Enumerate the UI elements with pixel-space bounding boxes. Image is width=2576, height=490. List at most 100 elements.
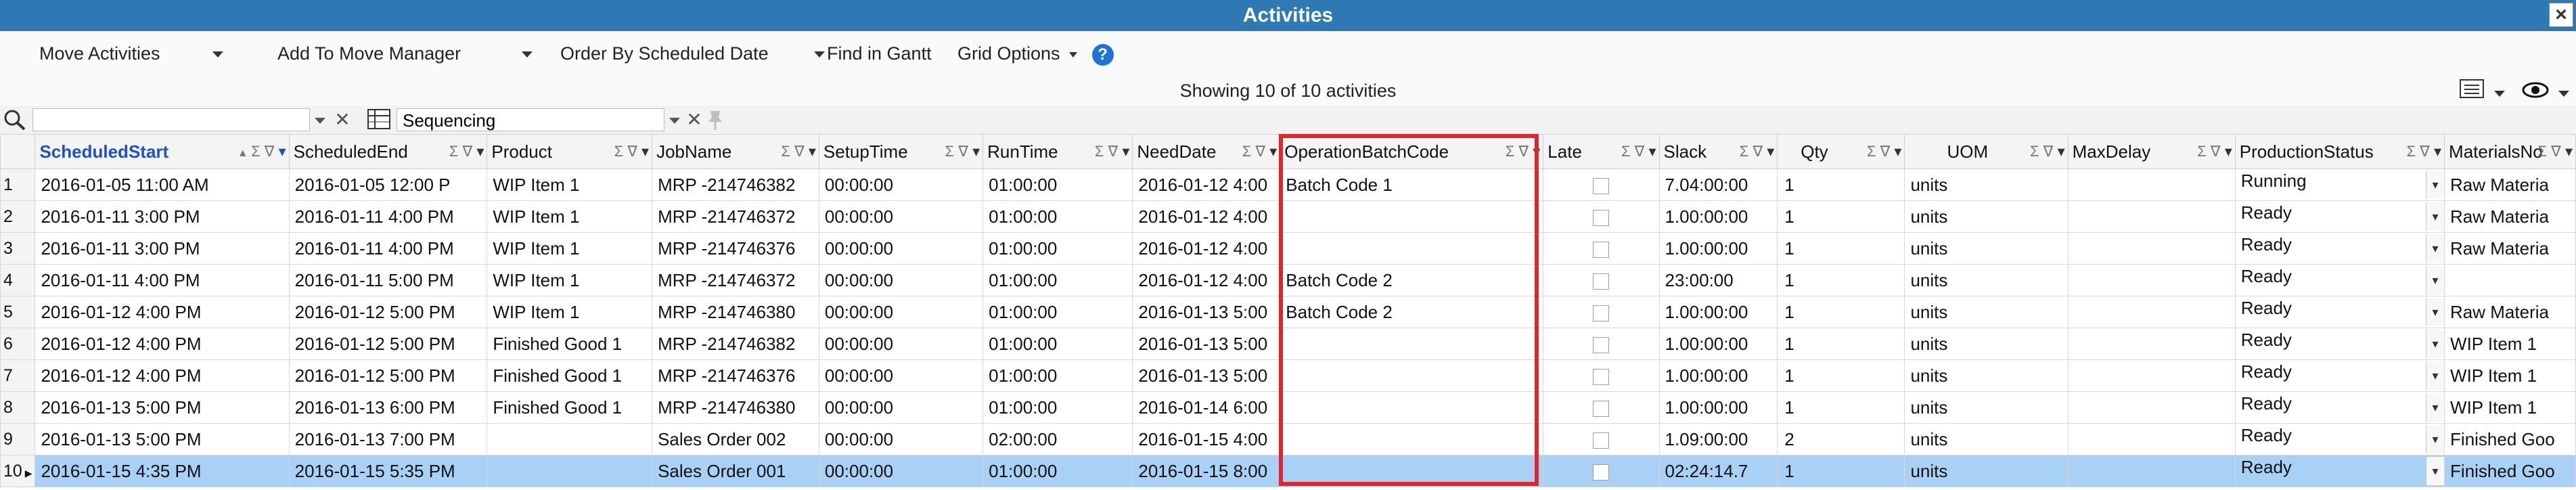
filter-icon[interactable]: ∇ — [1108, 143, 1118, 160]
table-row[interactable]: 4 2016-01-11 4:00 PM 2016-01-11 5:00 PM WIP… — [0, 264, 2576, 296]
sum-icon[interactable]: Σ — [1242, 143, 1256, 160]
add-to-move-manager-dropdown[interactable]: Add To Move Manager — [277, 31, 533, 76]
cell-setup[interactable]: 00:00:00 — [818, 264, 984, 296]
cell-product[interactable]: WIP Item 1 — [487, 169, 653, 201]
cell-need[interactable]: 2016-01-12 4:00 — [1132, 232, 1281, 265]
chevron-down-icon[interactable] — [212, 51, 224, 58]
cell-need[interactable]: 2016-01-14 6:00 — [1132, 391, 1281, 424]
cell-slack[interactable]: 1.09:00:00 — [1658, 423, 1778, 455]
chevron-down-icon[interactable]: ▾ — [2430, 143, 2441, 160]
cell-maxdelay[interactable] — [2067, 423, 2236, 455]
cell-materials[interactable]: Finished Goo — [2444, 455, 2576, 487]
chevron-down-icon[interactable]: ▾ — [805, 143, 816, 160]
cell-maxdelay[interactable] — [2067, 359, 2236, 392]
cell-end[interactable]: 2016-01-12 5:00 PM — [288, 328, 488, 360]
column-header-late[interactable]: Late Σ ∇ ▾ — [1543, 134, 1660, 169]
row-number[interactable]: 10 ▶ — [0, 455, 36, 487]
row-number[interactable]: 9 — [0, 423, 36, 455]
cell-uom[interactable]: units — [1904, 391, 2069, 424]
column-header-productionstatus[interactable]: ProductionStatus Σ ∇ ▾ — [2234, 134, 2445, 169]
cell-status[interactable]: ▾ Ready — [2234, 423, 2445, 455]
checkbox-icon[interactable] — [1593, 336, 1610, 353]
chevron-down-icon[interactable] — [313, 108, 327, 131]
column-header-runtime[interactable]: RunTime Σ ∇ ▾ — [982, 134, 1133, 169]
cell-maxdelay[interactable] — [2067, 296, 2236, 328]
cell-late[interactable] — [1543, 455, 1660, 487]
cell-need[interactable]: 2016-01-13 5:00 — [1132, 328, 1281, 360]
row-number[interactable]: 5 — [0, 296, 36, 328]
cell-qty[interactable]: 1 — [1777, 391, 1905, 424]
cell-materials[interactable]: Raw Materia — [2444, 232, 2576, 265]
cell-setup[interactable]: 00:00:00 — [818, 328, 984, 360]
column-header-setuptime[interactable]: SetupTime Σ ∇ ▾ — [818, 134, 984, 169]
cell-uom[interactable]: units — [1904, 455, 2069, 487]
filter-icon[interactable]: ∇ — [1255, 143, 1265, 160]
chevron-down-icon[interactable]: ▾ — [637, 143, 649, 160]
cell-status[interactable]: ▾ Ready — [2234, 200, 2445, 233]
find-in-gantt-button[interactable]: Find in Gantt — [827, 31, 932, 76]
cell-setup[interactable]: 00:00:00 — [818, 200, 984, 233]
cell-late[interactable] — [1543, 391, 1660, 424]
cell-start[interactable]: 2016-01-13 5:00 PM — [35, 391, 290, 424]
row-number[interactable]: 8 — [0, 391, 36, 424]
cell-qty[interactable]: 1 — [1777, 169, 1905, 201]
cell-uom[interactable]: units — [1904, 200, 2069, 233]
sum-icon[interactable]: Σ — [2406, 143, 2420, 160]
sum-icon[interactable]: Σ — [1095, 143, 1108, 160]
cell-run[interactable]: 01:00:00 — [982, 232, 1133, 265]
cell-batch[interactable] — [1280, 359, 1544, 392]
row-number[interactable]: 6 — [0, 328, 36, 360]
cell-start[interactable]: 2016-01-11 4:00 PM — [35, 264, 290, 296]
sum-icon[interactable]: Σ — [2197, 143, 2211, 160]
chevron-down-icon[interactable]: ▾ — [2426, 425, 2444, 453]
cell-job[interactable]: MRP -214746382 — [652, 169, 819, 201]
cell-status[interactable]: ▾ Ready — [2234, 232, 2445, 265]
cell-batch[interactable]: Batch Code 2 — [1280, 296, 1544, 328]
cell-batch[interactable] — [1280, 391, 1544, 424]
cell-late[interactable] — [1543, 200, 1660, 233]
cell-maxdelay[interactable] — [2067, 328, 2236, 360]
cell-setup[interactable]: 00:00:00 — [818, 391, 984, 424]
filter-icon[interactable]: ∇ — [265, 143, 275, 160]
chevron-down-icon[interactable]: ▾ — [2426, 361, 2444, 390]
chevron-down-icon[interactable]: ▾ — [2426, 202, 2444, 231]
column-chooser-icon[interactable] — [2459, 79, 2490, 104]
cell-job[interactable]: Sales Order 002 — [652, 423, 819, 455]
cell-uom[interactable]: units — [1904, 264, 2069, 296]
cell-product[interactable]: Finished Good 1 — [487, 328, 653, 360]
cell-run[interactable]: 01:00:00 — [982, 359, 1133, 392]
cell-late[interactable] — [1543, 296, 1660, 328]
cell-product[interactable]: WIP Item 1 — [487, 296, 653, 328]
cell-job[interactable]: MRP -214746380 — [652, 296, 819, 328]
sum-icon[interactable]: Σ — [781, 143, 794, 160]
column-header-qty[interactable]: Qty Σ ∇ ▾ — [1777, 134, 1905, 169]
filter-icon[interactable]: ∇ — [2043, 143, 2054, 160]
sort-icon[interactable]: ▲ — [238, 148, 251, 159]
chevron-down-icon[interactable]: ▾ — [2221, 143, 2232, 160]
chevron-down-icon[interactable]: ▾ — [2053, 143, 2065, 160]
checkbox-icon[interactable] — [1593, 209, 1610, 226]
column-header-maxdelay[interactable]: MaxDelay Σ ∇ ▾ — [2067, 134, 2236, 169]
chevron-down-icon[interactable]: ▾ — [1644, 143, 1656, 160]
checkbox-icon[interactable] — [1593, 368, 1610, 385]
chevron-down-icon[interactable]: ▾ — [1763, 143, 1774, 160]
cell-slack[interactable]: 1.00:00:00 — [1658, 328, 1778, 360]
cell-status[interactable]: ▾ Ready — [2234, 359, 2445, 392]
cell-slack[interactable]: 1.00:00:00 — [1658, 296, 1778, 328]
cell-end[interactable]: 2016-01-13 6:00 PM — [288, 391, 488, 424]
cell-batch[interactable] — [1280, 200, 1544, 233]
filter-icon[interactable]: ∇ — [627, 143, 637, 160]
chevron-down-icon[interactable]: ▾ — [2426, 171, 2444, 199]
chevron-down-icon[interactable]: ▾ — [2426, 266, 2444, 294]
filter-icon[interactable]: ∇ — [1753, 143, 1763, 160]
row-number[interactable]: 3 — [0, 232, 36, 265]
cell-product[interactable]: Finished Good 1 — [487, 359, 653, 392]
cell-product[interactable]: WIP Item 1 — [487, 232, 653, 265]
cell-end[interactable]: 2016-01-15 5:35 PM — [288, 455, 488, 487]
sum-icon[interactable]: Σ — [449, 143, 463, 160]
cell-end[interactable]: 2016-01-11 4:00 PM — [288, 232, 488, 265]
sum-icon[interactable]: Σ — [1867, 143, 1880, 160]
clear-icon[interactable]: ✕ — [333, 108, 352, 131]
cell-end[interactable]: 2016-01-13 7:00 PM — [288, 423, 488, 455]
cell-start[interactable]: 2016-01-11 3:00 PM — [35, 200, 290, 233]
